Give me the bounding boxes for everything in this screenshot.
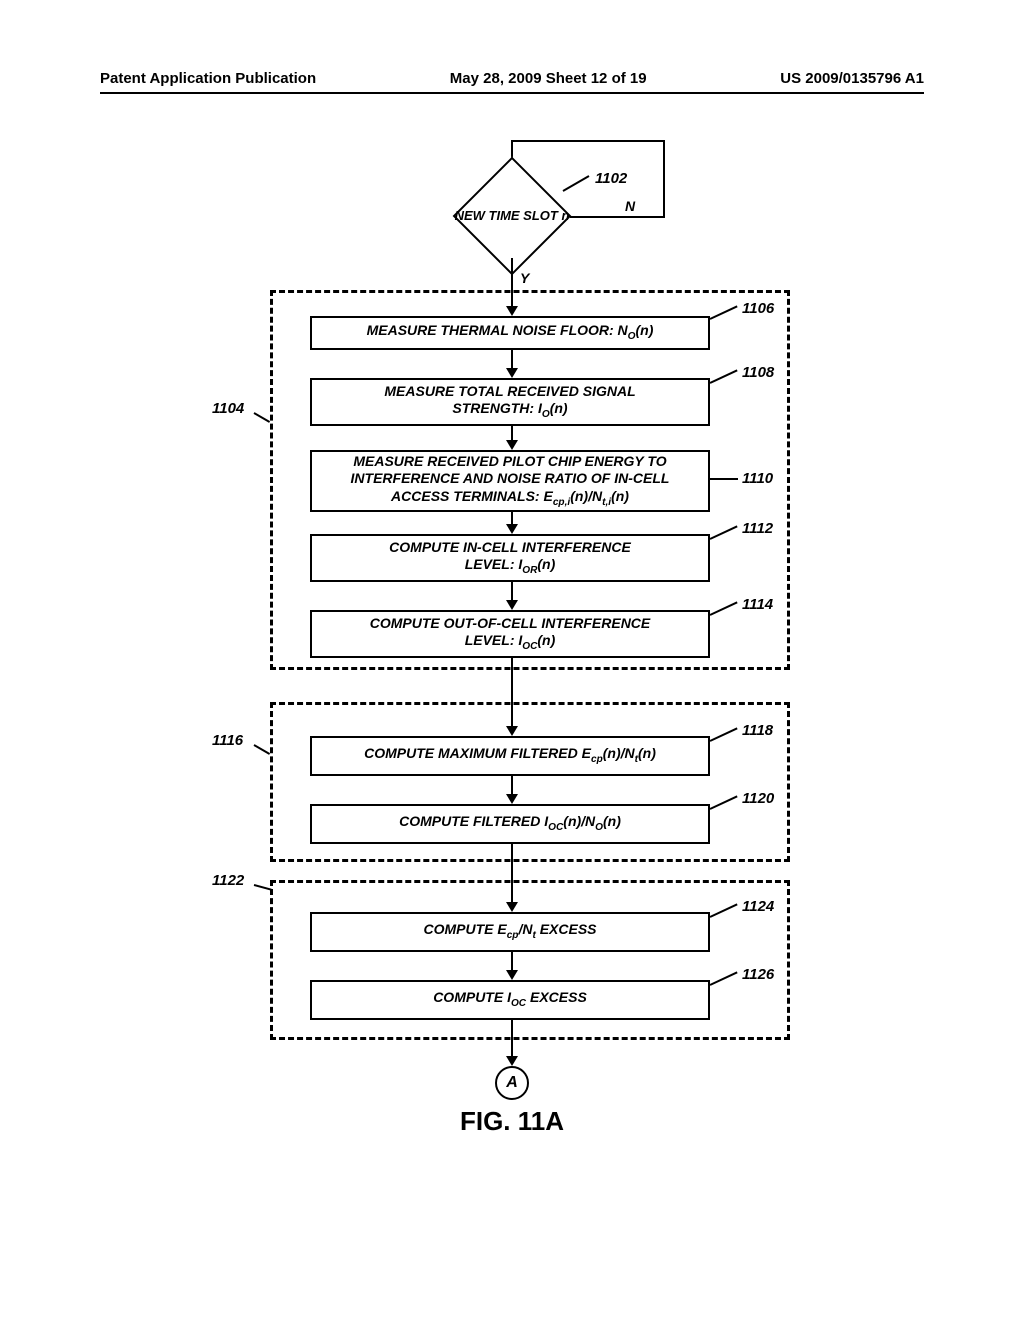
arrowhead-icon [506, 600, 518, 610]
step-1112: COMPUTE IN-CELL INTERFERENCE LEVEL: IOR(… [310, 534, 710, 582]
page-header: Patent Application Publication May 28, 2… [100, 70, 924, 94]
step-1120: COMPUTE FILTERED IOC(n)/NO(n) [310, 804, 710, 844]
header-right: US 2009/0135796 A1 [780, 70, 924, 92]
decision-new-time-slot: NEW TIME SLOT n [452, 176, 572, 256]
flow-line [512, 140, 665, 142]
arrowhead-icon [506, 524, 518, 534]
ref-leader [254, 744, 271, 755]
ref-leader [254, 884, 272, 891]
ref-1114: 1114 [742, 596, 773, 613]
arrowhead-icon [506, 794, 518, 804]
flow-arrow [511, 952, 513, 972]
ref-1102: 1102 [595, 170, 627, 187]
connector-a: A [495, 1066, 529, 1100]
flow-arrow [511, 582, 513, 602]
figure-label: FIG. 11A [0, 1106, 1024, 1137]
ref-1124: 1124 [742, 898, 774, 915]
arrowhead-icon [506, 1056, 518, 1066]
step-1124: COMPUTE Ecp/Nt EXCESS [310, 912, 710, 952]
connector-label: A [506, 1074, 518, 1092]
ref-1112: 1112 [742, 520, 773, 537]
ref-1110: 1110 [742, 470, 773, 487]
step-1118: COMPUTE MAXIMUM FILTERED Ecp(n)/Nt(n) [310, 736, 710, 776]
flow-arrow [511, 350, 513, 370]
step-1126: COMPUTE IOC EXCESS [310, 980, 710, 1020]
ref-leader [710, 478, 738, 480]
ref-1120: 1120 [742, 790, 774, 807]
ref-1104: 1104 [212, 400, 244, 417]
decision-label: NEW TIME SLOT n [455, 208, 570, 224]
ref-1122: 1122 [212, 872, 244, 889]
step-1108: MEASURE TOTAL RECEIVED SIGNAL STRENGTH: … [310, 378, 710, 426]
ref-1106: 1106 [742, 300, 774, 317]
header-left: Patent Application Publication [100, 70, 316, 92]
branch-no-label: N [625, 198, 635, 214]
ref-leader [254, 412, 271, 423]
ref-1126: 1126 [742, 966, 774, 983]
flow-line [663, 140, 665, 218]
flow-arrow [511, 1020, 513, 1058]
arrowhead-icon [506, 440, 518, 450]
step-1114: COMPUTE OUT-OF-CELL INTERFERENCE LEVEL: … [310, 610, 710, 658]
ref-1108: 1108 [742, 364, 774, 381]
header-center: May 28, 2009 Sheet 12 of 19 [450, 70, 647, 92]
arrowhead-icon [506, 970, 518, 980]
arrowhead-icon [506, 368, 518, 378]
flow-arrow [511, 776, 513, 796]
branch-yes-label: Y [520, 270, 529, 286]
step-1106: MEASURE THERMAL NOISE FLOOR: NO(n) [310, 316, 710, 350]
flow-line [570, 216, 665, 218]
ref-1118: 1118 [742, 722, 773, 739]
ref-1116: 1116 [212, 732, 243, 749]
step-1110: MEASURE RECEIVED PILOT CHIP ENERGY TO IN… [310, 450, 710, 512]
flowchart-canvas: NEW TIME SLOT n 1102 N Y 1104 MEASURE TH… [0, 120, 1024, 1220]
